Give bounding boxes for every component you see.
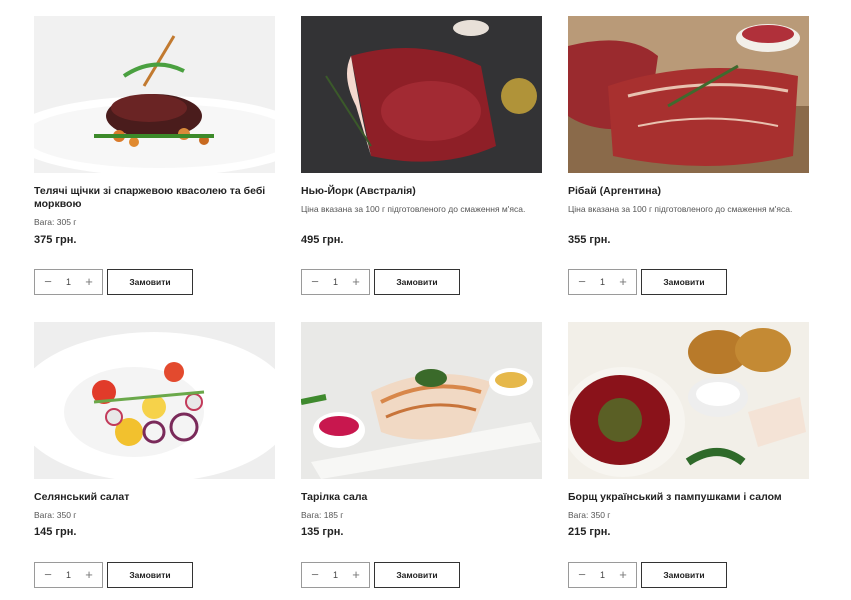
village-salad-photo[interactable] <box>34 322 275 479</box>
product-weight: Вага: 350 г <box>34 510 77 520</box>
new-york-steak-photo[interactable] <box>301 16 542 173</box>
product-price: 495 грн. <box>301 234 344 246</box>
product-description: Ціна вказана за 100 г підготовленого до … <box>568 204 793 214</box>
increase-button[interactable]: + <box>616 270 630 294</box>
order-button[interactable]: Замовити <box>107 562 193 588</box>
product-title[interactable]: Нью-Йорк (Австралія) <box>301 185 542 198</box>
quantity-stepper: − 1 + <box>34 269 103 295</box>
quantity-stepper: − 1 + <box>301 269 370 295</box>
quantity-stepper: − 1 + <box>568 269 637 295</box>
product-card: Рібай (Аргентина) Ціна вказана за 100 г … <box>568 16 809 301</box>
product-price: 355 грн. <box>568 234 611 246</box>
decrease-button[interactable]: − <box>308 563 322 587</box>
product-description: Ціна вказана за 100 г підготовленого до … <box>301 204 526 214</box>
product-card: Селянський салат Вага: 350 г 145 грн. − … <box>34 322 275 592</box>
product-card: Борщ український з пампушками і салом Ва… <box>568 322 809 592</box>
decrease-button[interactable]: − <box>308 270 322 294</box>
product-title[interactable]: Рібай (Аргентина) <box>568 185 809 198</box>
increase-button[interactable]: + <box>349 563 363 587</box>
quantity-value[interactable]: 1 <box>333 277 338 287</box>
product-weight: Вага: 185 г <box>301 510 344 520</box>
order-button[interactable]: Замовити <box>641 269 727 295</box>
increase-button[interactable]: + <box>82 563 96 587</box>
product-price: 375 грн. <box>34 234 77 246</box>
order-controls: − 1 + Замовити <box>568 269 727 295</box>
product-title[interactable]: Тарілка сала <box>301 491 542 504</box>
product-title[interactable]: Телячі щічки зі спаржевою квасолею та бе… <box>34 185 275 211</box>
product-card: Тарілка сала Вага: 185 г 135 грн. − 1 + … <box>301 322 542 592</box>
decrease-button[interactable]: − <box>575 270 589 294</box>
quantity-stepper: − 1 + <box>301 562 370 588</box>
borscht-photo[interactable] <box>568 322 809 479</box>
decrease-button[interactable]: − <box>575 563 589 587</box>
quantity-stepper: − 1 + <box>568 562 637 588</box>
product-title[interactable]: Селянський салат <box>34 491 275 504</box>
quantity-stepper: − 1 + <box>34 562 103 588</box>
product-card: Нью-Йорк (Австралія) Ціна вказана за 100… <box>301 16 542 301</box>
increase-button[interactable]: + <box>82 270 96 294</box>
product-weight: Вага: 350 г <box>568 510 611 520</box>
product-grid: Телячі щічки зі спаржевою квасолею та бе… <box>0 0 851 600</box>
product-price: 135 грн. <box>301 526 344 538</box>
order-button[interactable]: Замовити <box>374 562 460 588</box>
increase-button[interactable]: + <box>616 563 630 587</box>
decrease-button[interactable]: − <box>41 270 55 294</box>
order-controls: − 1 + Замовити <box>34 562 193 588</box>
quantity-value[interactable]: 1 <box>333 570 338 580</box>
salo-plate-photo[interactable] <box>301 322 542 479</box>
increase-button[interactable]: + <box>349 270 363 294</box>
product-weight: Вага: 305 г <box>34 217 77 227</box>
quantity-value[interactable]: 1 <box>600 570 605 580</box>
order-button[interactable]: Замовити <box>374 269 460 295</box>
order-button[interactable]: Замовити <box>641 562 727 588</box>
veal-cheeks-photo[interactable] <box>34 16 275 173</box>
order-controls: − 1 + Замовити <box>301 562 460 588</box>
ribeye-steak-photo[interactable] <box>568 16 809 173</box>
quantity-value[interactable]: 1 <box>66 277 71 287</box>
quantity-value[interactable]: 1 <box>600 277 605 287</box>
product-price: 215 грн. <box>568 526 611 538</box>
order-button[interactable]: Замовити <box>107 269 193 295</box>
order-controls: − 1 + Замовити <box>34 269 193 295</box>
quantity-value[interactable]: 1 <box>66 570 71 580</box>
order-controls: − 1 + Замовити <box>301 269 460 295</box>
order-controls: − 1 + Замовити <box>568 562 727 588</box>
product-card: Телячі щічки зі спаржевою квасолею та бе… <box>34 16 275 301</box>
decrease-button[interactable]: − <box>41 563 55 587</box>
product-title[interactable]: Борщ український з пампушками і салом <box>568 491 809 504</box>
product-price: 145 грн. <box>34 526 77 538</box>
